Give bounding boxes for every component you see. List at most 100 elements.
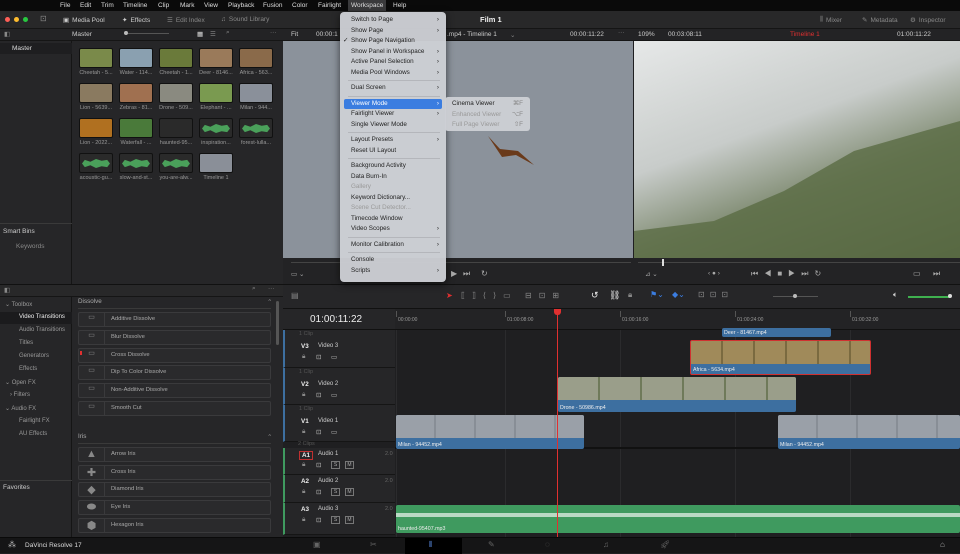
clip-africa[interactable]: Africa - 5634.mp4 [690,340,871,375]
edit-page-tab[interactable]: ⫴ [405,538,462,554]
home-icon[interactable]: ⌂ [940,540,945,549]
menu-file[interactable]: File [60,2,70,9]
last-frame-icon[interactable]: ⏭ [933,269,940,279]
track-enable-icon[interactable]: ▭ [331,391,337,399]
auto-track-select-icon[interactable]: ⊡ [316,391,321,399]
auto-track-select-icon[interactable]: ⊡ [316,353,321,361]
source-clip-title[interactable]: .mp4 - Timeline 1 [447,31,497,38]
chevron-down-icon[interactable]: ⌄ [510,31,515,39]
list-view-icon[interactable]: ☰ [210,30,216,38]
menu-item-background-activity[interactable]: Background Activity [351,161,442,171]
menu-item-video-scopes[interactable]: Video Scopes › [351,224,442,234]
zoom-slider-handle[interactable] [793,294,797,298]
transition-diamond-iris[interactable]: ◆ Diamond Iris [78,482,271,498]
cut-page-icon[interactable]: ✂ [370,540,377,549]
more-options-icon[interactable]: ··· [270,29,277,36]
volume-handle[interactable] [948,294,952,298]
track-enable-icon[interactable]: ▭ [331,428,337,436]
fairlight-page-icon[interactable]: ♫ [603,540,609,549]
media-clip-thumbnail[interactable] [159,48,193,68]
track-header-v2[interactable]: 1 Clip V2 Video 2 🔒︎ ⊡ ▭ [283,368,395,405]
transport-controls[interactable]: ⏮◀■▶⏭↻ [751,269,827,279]
search-icon[interactable]: ⌕ [226,29,230,37]
media-clip-thumbnail[interactable] [79,83,113,103]
sound-library-button[interactable]: ♫ Sound Library [221,16,269,23]
track-lock-icon[interactable]: 🔒︎ [302,516,305,524]
track-lock-icon[interactable]: 🔒︎ [302,461,305,469]
transition-arrow-iris[interactable]: ▲ Arrow Iris [78,446,271,462]
time-ruler[interactable]: 00:00:00 01:00:08:00 01:00:16:00 01:00:24:0… [395,309,960,330]
media-clip-thumbnail[interactable] [199,48,233,68]
track-header-a3[interactable]: A3 Audio 3 2.0 🔒︎ ⊡ S M [283,503,395,535]
collapse-chevron-icon[interactable]: ⌃ [267,298,272,306]
metadata-button[interactable]: ✎ Metadata [862,16,898,25]
volume-icon[interactable]: 🔈︎ [893,290,898,300]
effects-button[interactable]: ✦ Effects [122,16,150,25]
overlay-icon[interactable]: ⊿ ⌄ [645,270,658,278]
track-enable-icon[interactable]: ▭ [331,353,337,361]
menu-item-keyword-dictionary[interactable]: Keyword Dictionary... [351,193,442,203]
mute-button[interactable]: M [345,516,354,524]
play-button[interactable]: ▶ [451,269,457,278]
source-zoom-select[interactable]: Fit [291,31,298,38]
clip-deer[interactable]: Deer - 81467.mp4 [722,328,831,337]
minimize-window-button[interactable] [14,17,19,22]
solo-button[interactable]: S [331,516,340,524]
marker-icon[interactable]: ◆⌄ [672,290,685,299]
menu-timeline[interactable]: Timeline [123,2,147,9]
menu-workspace[interactable]: Workspace [348,0,387,11]
bin-master[interactable]: Master [0,43,72,54]
snapping-icon[interactable]: ↺ [591,290,599,301]
source-viewer[interactable] [283,41,633,258]
menu-item-scripts[interactable]: Scripts › [351,266,442,276]
clip-drone[interactable]: Drone - 50986.mp4 [558,377,796,412]
auto-track-select-icon[interactable]: ⊡ [316,461,321,469]
menu-item-monitor-calibration[interactable]: Monitor Calibration › [351,240,442,250]
media-clip-thumbnail[interactable] [199,153,233,173]
menu-item-switch-to-page[interactable]: Switch to Page › [351,15,442,25]
playhead[interactable] [557,309,558,537]
menu-item-dual-screen[interactable]: Dual Screen › [351,83,442,93]
media-clip-thumbnail[interactable] [199,83,233,103]
menu-item-console[interactable]: Console [351,255,442,265]
menu-color[interactable]: Color [292,2,308,9]
transition-dip-to-color-dissolve[interactable]: ▭ Dip To Color Dissolve [78,365,271,381]
transition-cross-dissolve[interactable]: ▭ Cross Dissolve [78,347,271,363]
menu-view[interactable]: View [204,2,218,9]
thumbnail-size-slider[interactable] [124,33,169,34]
selection-tool-icon[interactable]: ➤ [446,291,453,300]
edit-tools[interactable]: ⟦⟧⟨⟩▭ [461,291,518,300]
menu-item-timecode-window[interactable]: Timecode Window [351,214,442,224]
flag-icon[interactable]: ⚑⌄ [650,290,664,299]
clip-milan-1[interactable]: Milan - 94452.mp4 [396,415,584,449]
timeline-view-options-icon[interactable]: ▤ [291,291,299,300]
playhead-handle[interactable] [554,309,561,315]
media-clip-thumbnail[interactable] [119,83,153,103]
edit-index-button[interactable]: ☰ Edit Index [167,16,205,25]
menu-help[interactable]: Help [393,2,406,9]
media-clip-thumbnail[interactable] [159,83,193,103]
track-header-a2[interactable]: A2 Audio 2 2.0 🔒︎ ⊡ S M [283,475,395,503]
solo-button[interactable]: S [331,488,340,496]
menu-fairlight[interactable]: Fairlight [318,2,341,9]
layout-icon[interactable]: ⊡ [40,14,47,23]
track-lock-icon[interactable]: 🔒︎ [302,353,305,361]
menu-item-viewer-mode[interactable]: Viewer Mode › [344,98,442,109]
volume-slider[interactable] [908,296,950,298]
timeline-name-select[interactable]: Timeline 1 [790,31,820,38]
insert-overwrite-tools[interactable]: ⊟⊡⊞ [525,291,566,300]
media-clip-thumbnail[interactable] [239,83,273,103]
media-clip-thumbnail[interactable] [239,118,273,138]
auto-track-select-icon[interactable]: ⊡ [316,516,321,524]
media-clip-thumbnail[interactable] [159,118,193,138]
timeline-zoom-select[interactable]: 109% [638,31,655,38]
transition-non-additive-dissolve[interactable]: ▭ Non-Additive Dissolve [78,383,271,399]
media-clip-thumbnail[interactable] [199,118,233,138]
link-icon[interactable]: ⛓ [609,290,620,301]
slider-handle[interactable] [124,31,128,35]
scrubber-handle[interactable] [662,259,664,266]
safe-area-icon[interactable]: ▭ ⌄ [291,270,304,278]
timeline-viewer[interactable] [634,41,960,258]
menu-item-layout-presets[interactable]: Layout Presets › [351,135,442,145]
menu-mark[interactable]: Mark [180,2,194,9]
